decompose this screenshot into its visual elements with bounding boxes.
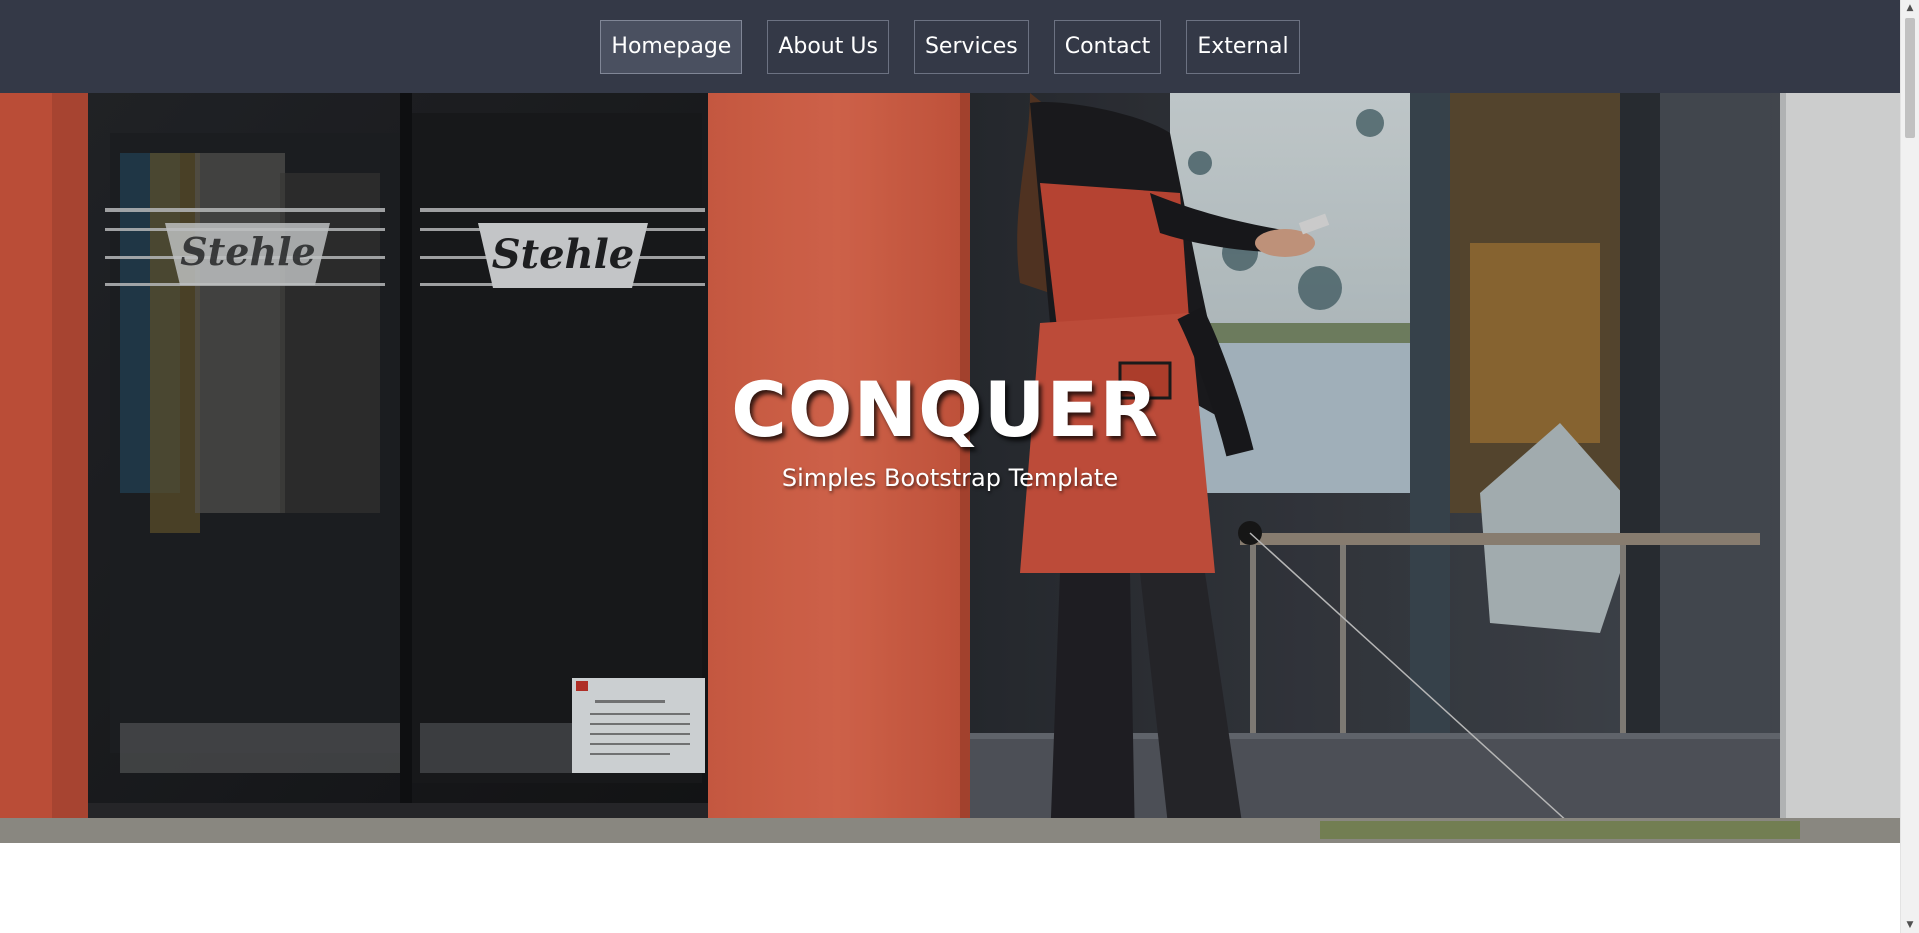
nav-list: Homepage About Us Services Contact Exter… (600, 19, 1300, 74)
nav-about-us[interactable]: About Us (767, 19, 889, 74)
nav-external[interactable]: External (1186, 19, 1300, 74)
scroll-down-icon[interactable]: ▼ (1901, 917, 1919, 933)
scroll-up-icon[interactable]: ▲ (1901, 0, 1919, 16)
page: Homepage About Us Services Contact Exter… (0, 0, 1919, 933)
vertical-scrollbar[interactable]: ▲ ▼ (1900, 0, 1919, 933)
scrollbar-thumb[interactable] (1905, 18, 1915, 138)
hero-background-image: Stehle Stehle (0, 93, 1900, 843)
navbar: Homepage About Us Services Contact Exter… (0, 0, 1900, 93)
hero-section: Stehle Stehle CONQUER Simples Bootstrap … (0, 93, 1900, 843)
nav-homepage[interactable]: Homepage (600, 19, 743, 74)
nav-contact[interactable]: Contact (1053, 19, 1162, 74)
nav-services[interactable]: Services (913, 19, 1029, 74)
